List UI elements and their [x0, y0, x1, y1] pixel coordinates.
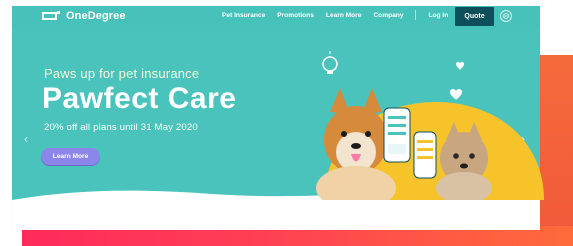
- nav-learn-more[interactable]: Learn More: [326, 12, 362, 19]
- chevron-left-icon[interactable]: ‹: [24, 132, 28, 146]
- nav-promotions[interactable]: Promotions: [277, 12, 314, 19]
- phone-illustration-left: [383, 107, 411, 163]
- phone-illustration-right: [413, 131, 437, 179]
- brand-logo[interactable]: OneDegree: [42, 10, 126, 22]
- lightbulb-icon: [322, 51, 338, 74]
- brand-name: OneDegree: [66, 10, 126, 22]
- nav-pet-insurance[interactable]: Pet Insurance: [222, 12, 265, 19]
- hero-headline: Pawfect Care: [42, 82, 237, 115]
- heart-icons: [450, 61, 464, 100]
- nav-divider: [415, 10, 417, 20]
- globe-icon: [503, 13, 509, 19]
- language-button[interactable]: [500, 10, 512, 22]
- nav-company[interactable]: Company: [373, 12, 403, 19]
- onedegree-logo-icon: [42, 11, 60, 20]
- pets-illustration: [316, 51, 544, 200]
- nav-log-in[interactable]: Log In: [428, 12, 448, 19]
- hero-tagline: Paws up for pet insurance: [44, 66, 200, 81]
- hero-offer-text: 20% off all plans until 31 May 2020: [44, 122, 198, 133]
- learn-more-button[interactable]: Learn More: [41, 148, 100, 165]
- quote-button[interactable]: Quote: [455, 7, 494, 26]
- nav-menu: Pet Insurance Promotions Learn More Comp…: [222, 10, 460, 20]
